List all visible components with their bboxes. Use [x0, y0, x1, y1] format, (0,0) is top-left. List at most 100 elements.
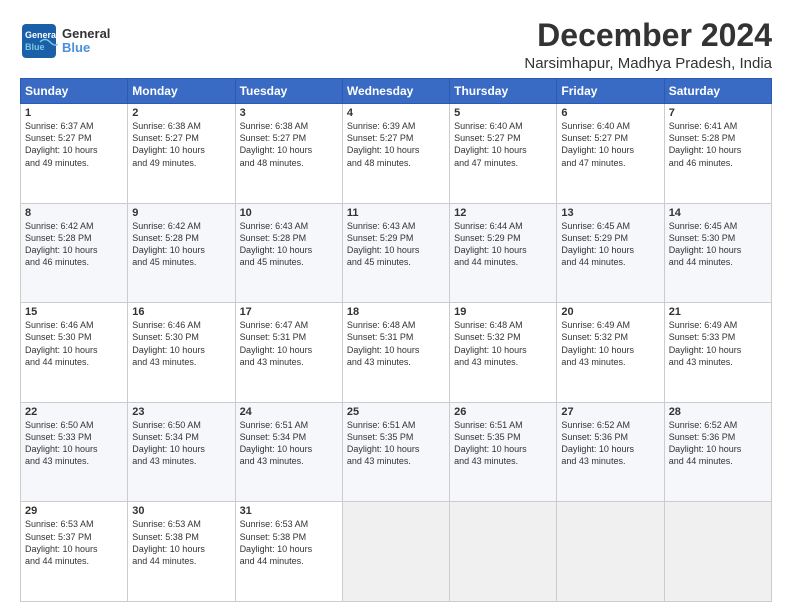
day-cell — [664, 502, 771, 602]
day-info: Sunrise: 6:40 AM Sunset: 5:27 PM Dayligh… — [561, 120, 659, 169]
title-block: December 2024 Narsimhapur, Madhya Prades… — [524, 18, 772, 72]
day-info: Sunrise: 6:46 AM Sunset: 5:30 PM Dayligh… — [132, 319, 230, 368]
subtitle: Narsimhapur, Madhya Pradesh, India — [524, 55, 772, 72]
day-number: 10 — [240, 207, 338, 219]
day-cell: 16Sunrise: 6:46 AM Sunset: 5:30 PM Dayli… — [128, 303, 235, 403]
day-info: Sunrise: 6:53 AM Sunset: 5:38 PM Dayligh… — [240, 518, 338, 567]
day-cell: 30Sunrise: 6:53 AM Sunset: 5:38 PM Dayli… — [128, 502, 235, 602]
day-number: 24 — [240, 406, 338, 418]
day-cell: 17Sunrise: 6:47 AM Sunset: 5:31 PM Dayli… — [235, 303, 342, 403]
day-cell: 29Sunrise: 6:53 AM Sunset: 5:37 PM Dayli… — [21, 502, 128, 602]
day-info: Sunrise: 6:51 AM Sunset: 5:35 PM Dayligh… — [454, 419, 552, 468]
week-row-5: 29Sunrise: 6:53 AM Sunset: 5:37 PM Dayli… — [21, 502, 772, 602]
day-cell: 1Sunrise: 6:37 AM Sunset: 5:27 PM Daylig… — [21, 104, 128, 204]
day-cell: 13Sunrise: 6:45 AM Sunset: 5:29 PM Dayli… — [557, 203, 664, 303]
logo-icon: General Blue — [20, 22, 58, 60]
calendar-table: SundayMondayTuesdayWednesdayThursdayFrid… — [20, 78, 772, 602]
day-cell: 5Sunrise: 6:40 AM Sunset: 5:27 PM Daylig… — [450, 104, 557, 204]
logo-text: General Blue — [62, 27, 110, 56]
day-cell: 31Sunrise: 6:53 AM Sunset: 5:38 PM Dayli… — [235, 502, 342, 602]
day-cell: 15Sunrise: 6:46 AM Sunset: 5:30 PM Dayli… — [21, 303, 128, 403]
logo: General Blue General Blue — [20, 22, 110, 60]
day-number: 6 — [561, 107, 659, 119]
day-cell: 21Sunrise: 6:49 AM Sunset: 5:33 PM Dayli… — [664, 303, 771, 403]
col-header-tuesday: Tuesday — [235, 79, 342, 104]
day-number: 22 — [25, 406, 123, 418]
day-cell: 8Sunrise: 6:42 AM Sunset: 5:28 PM Daylig… — [21, 203, 128, 303]
day-cell: 12Sunrise: 6:44 AM Sunset: 5:29 PM Dayli… — [450, 203, 557, 303]
day-info: Sunrise: 6:47 AM Sunset: 5:31 PM Dayligh… — [240, 319, 338, 368]
day-info: Sunrise: 6:43 AM Sunset: 5:28 PM Dayligh… — [240, 220, 338, 269]
day-info: Sunrise: 6:52 AM Sunset: 5:36 PM Dayligh… — [669, 419, 767, 468]
day-info: Sunrise: 6:50 AM Sunset: 5:34 PM Dayligh… — [132, 419, 230, 468]
day-number: 13 — [561, 207, 659, 219]
day-number: 17 — [240, 306, 338, 318]
day-number: 29 — [25, 505, 123, 517]
day-number: 21 — [669, 306, 767, 318]
week-row-4: 22Sunrise: 6:50 AM Sunset: 5:33 PM Dayli… — [21, 402, 772, 502]
day-number: 11 — [347, 207, 445, 219]
day-cell — [342, 502, 449, 602]
day-cell: 26Sunrise: 6:51 AM Sunset: 5:35 PM Dayli… — [450, 402, 557, 502]
day-info: Sunrise: 6:42 AM Sunset: 5:28 PM Dayligh… — [132, 220, 230, 269]
day-cell: 2Sunrise: 6:38 AM Sunset: 5:27 PM Daylig… — [128, 104, 235, 204]
day-number: 2 — [132, 107, 230, 119]
day-number: 1 — [25, 107, 123, 119]
day-cell: 9Sunrise: 6:42 AM Sunset: 5:28 PM Daylig… — [128, 203, 235, 303]
day-info: Sunrise: 6:38 AM Sunset: 5:27 PM Dayligh… — [132, 120, 230, 169]
col-header-saturday: Saturday — [664, 79, 771, 104]
day-cell: 22Sunrise: 6:50 AM Sunset: 5:33 PM Dayli… — [21, 402, 128, 502]
day-info: Sunrise: 6:45 AM Sunset: 5:29 PM Dayligh… — [561, 220, 659, 269]
day-cell: 6Sunrise: 6:40 AM Sunset: 5:27 PM Daylig… — [557, 104, 664, 204]
day-cell: 27Sunrise: 6:52 AM Sunset: 5:36 PM Dayli… — [557, 402, 664, 502]
day-info: Sunrise: 6:37 AM Sunset: 5:27 PM Dayligh… — [25, 120, 123, 169]
day-cell: 20Sunrise: 6:49 AM Sunset: 5:32 PM Dayli… — [557, 303, 664, 403]
day-info: Sunrise: 6:44 AM Sunset: 5:29 PM Dayligh… — [454, 220, 552, 269]
day-number: 12 — [454, 207, 552, 219]
day-info: Sunrise: 6:46 AM Sunset: 5:30 PM Dayligh… — [25, 319, 123, 368]
day-number: 19 — [454, 306, 552, 318]
day-number: 9 — [132, 207, 230, 219]
day-number: 25 — [347, 406, 445, 418]
day-info: Sunrise: 6:39 AM Sunset: 5:27 PM Dayligh… — [347, 120, 445, 169]
day-cell: 14Sunrise: 6:45 AM Sunset: 5:30 PM Dayli… — [664, 203, 771, 303]
day-number: 18 — [347, 306, 445, 318]
day-number: 8 — [25, 207, 123, 219]
day-number: 27 — [561, 406, 659, 418]
svg-text:General: General — [25, 30, 58, 40]
day-info: Sunrise: 6:51 AM Sunset: 5:34 PM Dayligh… — [240, 419, 338, 468]
day-info: Sunrise: 6:53 AM Sunset: 5:38 PM Dayligh… — [132, 518, 230, 567]
day-info: Sunrise: 6:45 AM Sunset: 5:30 PM Dayligh… — [669, 220, 767, 269]
day-number: 30 — [132, 505, 230, 517]
day-number: 28 — [669, 406, 767, 418]
day-number: 23 — [132, 406, 230, 418]
page: General Blue General Blue December 2024 … — [0, 0, 792, 612]
day-number: 5 — [454, 107, 552, 119]
day-number: 20 — [561, 306, 659, 318]
day-info: Sunrise: 6:49 AM Sunset: 5:32 PM Dayligh… — [561, 319, 659, 368]
day-info: Sunrise: 6:43 AM Sunset: 5:29 PM Dayligh… — [347, 220, 445, 269]
day-number: 3 — [240, 107, 338, 119]
week-row-1: 1Sunrise: 6:37 AM Sunset: 5:27 PM Daylig… — [21, 104, 772, 204]
col-header-thursday: Thursday — [450, 79, 557, 104]
logo-line2: Blue — [62, 41, 110, 55]
col-header-sunday: Sunday — [21, 79, 128, 104]
day-cell — [557, 502, 664, 602]
week-row-3: 15Sunrise: 6:46 AM Sunset: 5:30 PM Dayli… — [21, 303, 772, 403]
calendar-header-row: SundayMondayTuesdayWednesdayThursdayFrid… — [21, 79, 772, 104]
svg-text:Blue: Blue — [25, 42, 45, 52]
day-info: Sunrise: 6:48 AM Sunset: 5:32 PM Dayligh… — [454, 319, 552, 368]
header: General Blue General Blue December 2024 … — [20, 18, 772, 72]
day-info: Sunrise: 6:52 AM Sunset: 5:36 PM Dayligh… — [561, 419, 659, 468]
col-header-wednesday: Wednesday — [342, 79, 449, 104]
day-cell: 24Sunrise: 6:51 AM Sunset: 5:34 PM Dayli… — [235, 402, 342, 502]
day-number: 15 — [25, 306, 123, 318]
day-cell: 23Sunrise: 6:50 AM Sunset: 5:34 PM Dayli… — [128, 402, 235, 502]
day-number: 7 — [669, 107, 767, 119]
day-cell: 11Sunrise: 6:43 AM Sunset: 5:29 PM Dayli… — [342, 203, 449, 303]
day-info: Sunrise: 6:51 AM Sunset: 5:35 PM Dayligh… — [347, 419, 445, 468]
day-cell: 18Sunrise: 6:48 AM Sunset: 5:31 PM Dayli… — [342, 303, 449, 403]
day-cell: 7Sunrise: 6:41 AM Sunset: 5:28 PM Daylig… — [664, 104, 771, 204]
col-header-monday: Monday — [128, 79, 235, 104]
day-info: Sunrise: 6:40 AM Sunset: 5:27 PM Dayligh… — [454, 120, 552, 169]
